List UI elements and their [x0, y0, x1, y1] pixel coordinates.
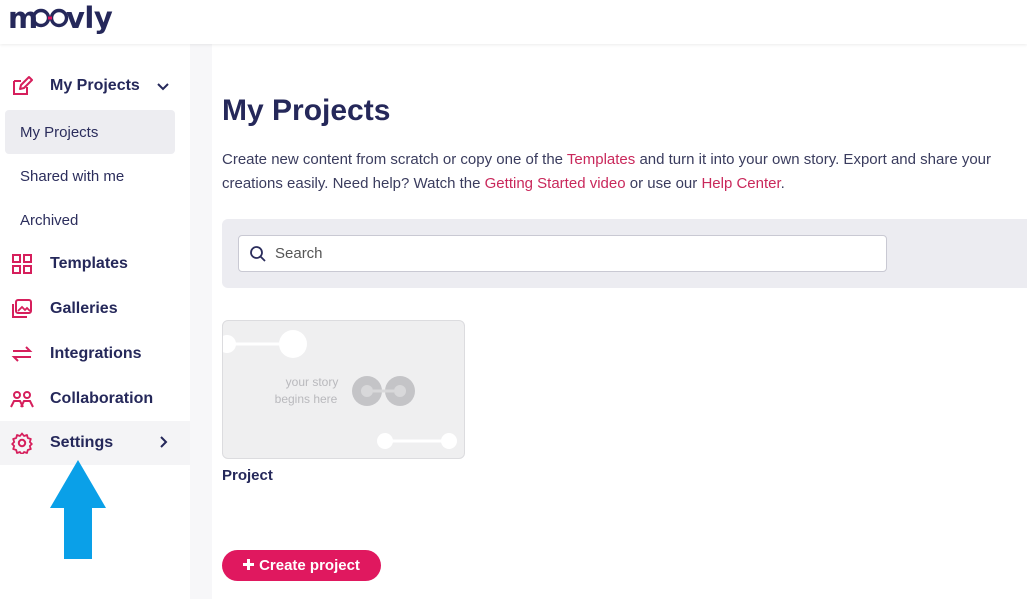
- sidebar-subitem-my-projects[interactable]: My Projects: [5, 110, 175, 154]
- sidebar-item-label: Templates: [50, 255, 128, 272]
- sidebar-item-settings[interactable]: Settings: [0, 421, 190, 465]
- search-icon: [249, 245, 267, 263]
- up-arrow-annotation: [50, 460, 106, 560]
- help-center-link[interactable]: Help Center: [701, 175, 780, 192]
- svg-text:vly: vly: [66, 2, 113, 35]
- sidebar-item-my-projects[interactable]: My Projects: [0, 64, 190, 108]
- gear-icon: [10, 431, 34, 455]
- sidebar-item-label: Settings: [50, 434, 114, 451]
- templates-link[interactable]: Templates: [567, 151, 635, 168]
- sidebar-item-integrations[interactable]: Integrations: [0, 332, 190, 376]
- edit-icon: [10, 74, 34, 98]
- project-thumbnail: your story begins here: [223, 330, 457, 449]
- sidebar-item-templates[interactable]: Templates: [0, 242, 190, 286]
- search-input[interactable]: [275, 236, 875, 271]
- sidebar-item-collaboration[interactable]: Collaboration: [0, 377, 190, 421]
- sidebar-item-label: My Projects: [50, 77, 140, 94]
- chevron-right-icon[interactable]: [160, 435, 168, 451]
- create-project-label: Create project: [259, 557, 360, 574]
- grid-icon: [10, 252, 34, 276]
- sidebar-item-label: Galleries: [50, 300, 118, 317]
- project-card[interactable]: your story begins here: [222, 320, 465, 459]
- gallery-icon: [10, 297, 34, 321]
- create-project-button[interactable]: Create project: [222, 550, 381, 581]
- users-icon: [10, 387, 34, 411]
- sidebar-subitem-archived[interactable]: Archived: [5, 198, 175, 242]
- search-field[interactable]: [238, 235, 887, 272]
- sidebar-item-galleries[interactable]: Galleries: [0, 287, 190, 331]
- thumbnail-text-line-1: your story: [286, 375, 339, 389]
- logo-mark: m vly: [8, 1, 113, 35]
- sidebar-item-label: Collaboration: [50, 390, 154, 407]
- page-title: My Projects: [222, 94, 391, 127]
- swap-arrows-icon: [10, 342, 34, 366]
- top-bar: m vly: [0, 0, 1027, 44]
- sidebar-subitem-shared-with-me[interactable]: Shared with me: [5, 154, 175, 198]
- page-description: Create new content from scratch or copy …: [222, 148, 1012, 196]
- description-text: Create new content from scratch or copy …: [222, 151, 567, 168]
- project-title[interactable]: Project: [222, 467, 273, 484]
- plus-icon: [243, 557, 255, 575]
- description-text: .: [780, 175, 785, 192]
- thumbnail-text-line-2: begins here: [275, 392, 338, 406]
- getting-started-link[interactable]: Getting Started video: [485, 175, 626, 192]
- chevron-down-icon[interactable]: [157, 78, 169, 94]
- moovly-logo[interactable]: m vly: [8, 1, 118, 48]
- sidebar-item-label: Integrations: [50, 345, 142, 362]
- description-text: or use our: [625, 175, 702, 192]
